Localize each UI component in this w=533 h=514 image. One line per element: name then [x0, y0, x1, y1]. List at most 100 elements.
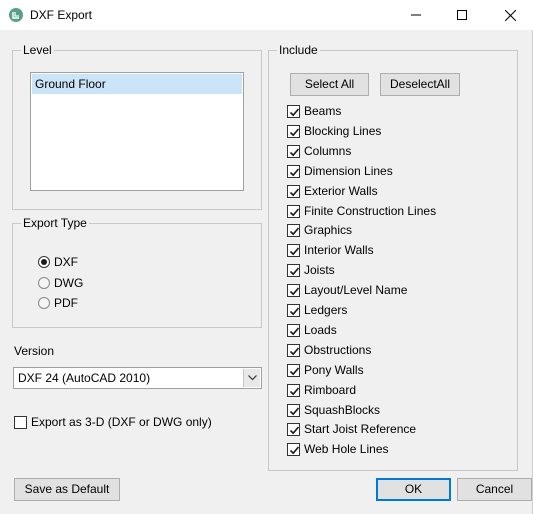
app-icon: [9, 8, 23, 22]
include-item-label: Graphics: [304, 223, 353, 237]
checkmark-icon: [289, 386, 300, 395]
export-type-legend: Export Type: [23, 216, 87, 230]
radio-dxf-button[interactable]: [38, 256, 50, 268]
include-item-label: Rimboard: [304, 383, 357, 397]
include-item-label: Web Hole Lines: [304, 442, 389, 456]
include-item-checkbox[interactable]: [287, 124, 300, 138]
include-item-checkbox[interactable]: [287, 104, 300, 118]
checkmark-icon: [289, 207, 300, 216]
include-item[interactable]: Web Hole Lines: [287, 441, 389, 457]
include-item-label: Ledgers: [304, 303, 348, 317]
include-item[interactable]: Joists: [287, 262, 335, 278]
include-item-label: Obstructions: [304, 343, 372, 357]
minimize-icon: [411, 14, 421, 16]
version-dropdown[interactable]: DXF 24 (AutoCAD 2010): [13, 367, 262, 389]
checkmark-icon: [289, 306, 300, 315]
include-item-checkbox[interactable]: [287, 263, 300, 277]
checkmark-icon: [289, 366, 300, 375]
include-item-checkbox[interactable]: [287, 363, 300, 377]
include-item-checkbox[interactable]: [287, 383, 300, 397]
radio-dwg-label: DWG: [54, 276, 84, 290]
include-item-checkbox[interactable]: [287, 184, 300, 198]
include-item-checkbox[interactable]: [287, 422, 300, 436]
checkmark-icon: [289, 425, 300, 434]
include-item-label: Layout/Level Name: [304, 283, 408, 297]
deselect-all-button[interactable]: DeselectAll: [380, 73, 460, 96]
save-as-default-button[interactable]: Save as Default: [14, 478, 120, 501]
checkmark-icon: [289, 266, 300, 275]
export-type-group: Export Type: [12, 216, 262, 328]
window-title: DXF Export: [30, 8, 93, 22]
maximize-button[interactable]: [439, 0, 485, 30]
level-listbox[interactable]: Ground Floor: [30, 72, 244, 191]
maximize-icon: [457, 10, 467, 20]
include-item[interactable]: Rimboard: [287, 382, 356, 398]
include-item-label: Loads: [304, 323, 337, 337]
include-item-label: Interior Walls: [304, 243, 374, 257]
include-item-checkbox[interactable]: [287, 323, 300, 337]
include-item-checkbox[interactable]: [287, 144, 300, 158]
radio-dwg-button[interactable]: [38, 277, 50, 289]
include-item-label: Dimension Lines: [304, 164, 393, 178]
export-3d-label: Export as 3-D (DXF or DWG only): [31, 415, 212, 429]
include-item[interactable]: Blocking Lines: [287, 123, 381, 139]
include-item[interactable]: Ledgers: [287, 302, 347, 318]
checkmark-icon: [289, 286, 300, 295]
checkmark-icon: [289, 107, 300, 116]
checkmark-icon: [289, 406, 300, 415]
include-item-label: Columns: [304, 144, 352, 158]
include-item-checkbox[interactable]: [287, 243, 300, 257]
select-all-button[interactable]: Select All: [290, 73, 369, 96]
include-item[interactable]: Columns: [287, 143, 351, 159]
include-item[interactable]: Finite Construction Lines: [287, 203, 436, 219]
include-item[interactable]: Exterior Walls: [287, 183, 378, 199]
include-item-checkbox[interactable]: [287, 403, 300, 417]
include-item-checkbox[interactable]: [287, 303, 300, 317]
include-item[interactable]: Interior Walls: [287, 242, 374, 258]
include-item-checkbox[interactable]: [287, 204, 300, 218]
export-3d-checkbox[interactable]: [14, 415, 27, 429]
include-item[interactable]: Layout/Level Name: [287, 282, 407, 298]
checkmark-icon: [289, 147, 300, 156]
checkmark-icon: [289, 326, 300, 335]
include-item[interactable]: SquashBlocks: [287, 402, 380, 418]
include-item[interactable]: Loads: [287, 322, 337, 338]
include-item[interactable]: Graphics: [287, 222, 352, 238]
include-item-label: Blocking Lines: [304, 124, 382, 138]
level-legend: Level: [23, 43, 52, 57]
cancel-button[interactable]: Cancel: [457, 478, 532, 501]
close-icon: [504, 9, 516, 21]
close-button[interactable]: [487, 0, 533, 30]
include-item[interactable]: Dimension Lines: [287, 163, 393, 179]
radio-dxf-label: DXF: [54, 255, 78, 269]
checkmark-icon: [289, 226, 300, 235]
include-item[interactable]: Obstructions: [287, 342, 371, 358]
include-item-label: Pony Walls: [304, 363, 364, 377]
include-item[interactable]: Pony Walls: [287, 362, 364, 378]
checkmark-icon: [289, 127, 300, 136]
include-item-label: Exterior Walls: [304, 184, 378, 198]
chevron-down-icon[interactable]: [243, 369, 260, 387]
checkmark-icon: [289, 246, 300, 255]
radio-dwg[interactable]: DWG: [38, 275, 83, 291]
checkmark-icon: [289, 167, 300, 176]
checkmark-icon: [289, 187, 300, 196]
radio-pdf[interactable]: PDF: [38, 295, 78, 311]
include-item[interactable]: Start Joist Reference: [287, 421, 416, 437]
include-item-label: Finite Construction Lines: [304, 204, 437, 218]
include-item[interactable]: Beams: [287, 103, 341, 119]
title-bar: DXF Export: [0, 0, 533, 30]
include-item-checkbox[interactable]: [287, 283, 300, 297]
ok-button[interactable]: OK: [376, 478, 451, 501]
radio-dxf[interactable]: DXF: [38, 254, 78, 270]
include-item-checkbox[interactable]: [287, 442, 300, 456]
level-list-item[interactable]: Ground Floor: [32, 74, 242, 94]
export-3d-checkbox-row[interactable]: Export as 3-D (DXF or DWG only): [14, 414, 212, 430]
version-value: DXF 24 (AutoCAD 2010): [18, 371, 151, 385]
radio-pdf-button[interactable]: [38, 297, 50, 309]
include-item-checkbox[interactable]: [287, 164, 300, 178]
minimize-button[interactable]: [393, 0, 439, 30]
version-label: Version: [14, 344, 55, 358]
include-item-checkbox[interactable]: [287, 223, 300, 237]
include-item-checkbox[interactable]: [287, 343, 300, 357]
